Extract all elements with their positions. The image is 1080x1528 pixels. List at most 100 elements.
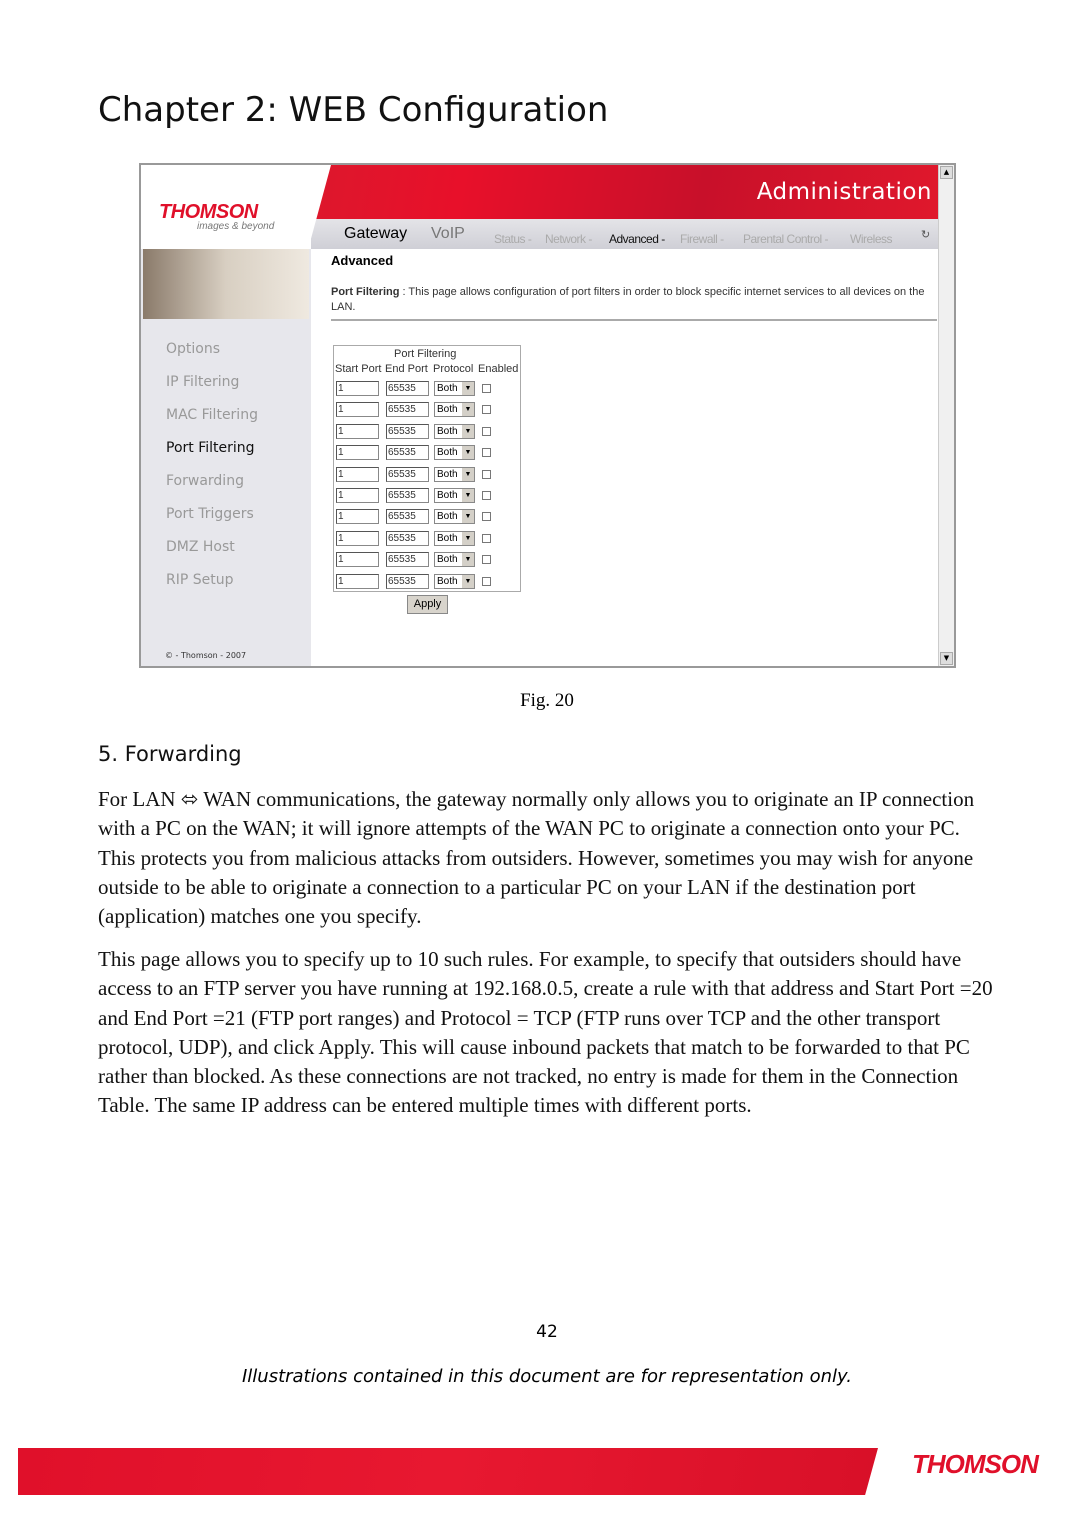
start-port-input[interactable]: 1: [336, 530, 379, 546]
nav-firewall[interactable]: Firewall -: [680, 232, 724, 246]
section-heading: 5. Forwarding: [98, 742, 242, 766]
end-port-input[interactable]: 65535: [386, 509, 429, 525]
start-port-input[interactable]: 1: [336, 445, 379, 461]
sidebar-item-mac-filtering[interactable]: MAC Filtering: [166, 407, 258, 423]
sidebar-item-port-filtering[interactable]: Port Filtering: [166, 440, 255, 456]
apply-button[interactable]: Apply: [407, 595, 448, 614]
enabled-checkbox[interactable]: [482, 491, 491, 500]
enabled-checkbox[interactable]: [482, 384, 491, 393]
scroll-up-icon[interactable]: ▲: [940, 166, 953, 179]
port-filtering-table: Port Filtering Start Port End Port Proto…: [333, 345, 521, 592]
nav-gateway[interactable]: Gateway: [344, 225, 407, 243]
start-port-input[interactable]: 1: [336, 488, 379, 503]
start-port-input[interactable]: 1: [336, 466, 379, 482]
header-title: Administration: [756, 179, 932, 205]
end-port-input[interactable]: 65535: [386, 381, 429, 396]
nav-parental-control[interactable]: Parental Control -: [743, 232, 829, 246]
chevron-down-icon[interactable]: ▼: [462, 574, 474, 588]
end-port-input[interactable]: 65535: [386, 445, 429, 461]
header-protocol: Protocol: [433, 363, 474, 375]
protocol-select[interactable]: Both ▼: [434, 381, 475, 396]
protocol-select[interactable]: Both ▼: [434, 402, 475, 418]
enabled-checkbox[interactable]: [482, 576, 491, 586]
protocol-select[interactable]: Both ▼: [434, 530, 475, 546]
end-port-input[interactable]: 65535: [386, 402, 429, 418]
protocol-value: Both: [437, 383, 458, 394]
page-number: 42: [536, 1322, 558, 1342]
end-port-input[interactable]: 65535: [386, 423, 429, 439]
start-port-input[interactable]: 1: [336, 509, 379, 525]
protocol-select[interactable]: Both ▼: [434, 573, 475, 589]
chevron-down-icon[interactable]: ▼: [462, 403, 474, 417]
description-text: : This page allows configuration of port…: [331, 286, 925, 313]
start-port-input[interactable]: 1: [336, 552, 379, 568]
start-port-input[interactable]: 1: [336, 402, 379, 418]
header-enabled: Enabled: [478, 363, 519, 375]
start-port-input[interactable]: 1: [336, 573, 379, 589]
protocol-select[interactable]: Both ▼: [434, 552, 475, 568]
start-port-input[interactable]: 1: [336, 423, 379, 439]
end-port-input[interactable]: 65535: [386, 552, 429, 568]
section-title: Advanced: [331, 253, 394, 268]
enabled-checkbox[interactable]: [482, 512, 491, 522]
header-end-port: End Port: [385, 363, 428, 375]
protocol-select[interactable]: Both ▼: [434, 445, 475, 461]
nav-advanced[interactable]: Advanced -: [609, 232, 665, 246]
footer-logo: THOMSON: [912, 1449, 1039, 1479]
protocol-value: Both: [437, 425, 458, 437]
enabled-checkbox[interactable]: [482, 405, 491, 415]
page-title: Chapter 2: WEB Configuration: [98, 90, 609, 130]
protocol-value: Both: [437, 490, 458, 501]
paragraph: For LAN ⬄ WAN communications, the gatewa…: [98, 787, 975, 929]
enabled-checkbox[interactable]: [482, 448, 491, 458]
end-port-input[interactable]: 65535: [386, 573, 429, 589]
enabled-checkbox[interactable]: [482, 426, 491, 436]
description: Port Filtering : This page allows config…: [331, 285, 931, 315]
protocol-value: Both: [437, 404, 458, 416]
chevron-down-icon[interactable]: ▼: [462, 553, 474, 567]
protocol-value: Both: [437, 554, 458, 566]
protocol-select[interactable]: Both ▼: [434, 423, 475, 439]
sidebar-item-rip-setup[interactable]: RIP Setup: [166, 572, 234, 588]
sidebar-item-options[interactable]: Options: [166, 341, 220, 357]
sidebar-item-ip-filtering[interactable]: IP Filtering: [166, 374, 239, 390]
protocol-value: Both: [437, 511, 458, 523]
enabled-checkbox[interactable]: [482, 533, 491, 543]
refresh-icon[interactable]: ↻: [921, 228, 930, 241]
enabled-checkbox[interactable]: [482, 469, 491, 479]
chevron-down-icon[interactable]: ▼: [462, 467, 474, 481]
scroll-down-icon[interactable]: ▼: [940, 652, 953, 665]
scrollbar[interactable]: ▲ ▼: [938, 165, 954, 666]
chevron-down-icon[interactable]: ▼: [462, 446, 474, 460]
end-port-input[interactable]: 65535: [386, 466, 429, 482]
chevron-down-icon[interactable]: ▼: [462, 424, 474, 438]
chevron-down-icon[interactable]: ▼: [462, 531, 474, 545]
protocol-value: Both: [437, 447, 458, 459]
protocol-select[interactable]: Both ▼: [434, 488, 475, 503]
enabled-checkbox[interactable]: [482, 555, 491, 565]
sidebar-item-dmz-host[interactable]: DMZ Host: [166, 539, 235, 555]
end-port-input[interactable]: 65535: [386, 530, 429, 546]
protocol-value: Both: [437, 532, 458, 544]
chevron-down-icon[interactable]: ▼: [462, 382, 474, 395]
logo-tagline: images & beyond: [197, 221, 275, 232]
end-port-input[interactable]: 65535: [386, 488, 429, 503]
table-caption: Port Filtering: [394, 348, 457, 360]
sidebar-item-forwarding[interactable]: Forwarding: [166, 473, 244, 489]
router-screenshot: Administration THOMSON images & beyond G…: [139, 163, 956, 668]
protocol-value: Both: [437, 575, 458, 587]
chevron-down-icon[interactable]: ▼: [462, 489, 474, 502]
nav-wireless[interactable]: Wireless: [850, 232, 893, 246]
nav-status[interactable]: Status -: [494, 232, 532, 246]
description-label: Port Filtering: [331, 286, 400, 298]
start-port-input[interactable]: 1: [336, 381, 379, 396]
nav-voip[interactable]: VoIP: [431, 225, 465, 243]
footer-band: [18, 1448, 878, 1495]
protocol-select[interactable]: Both ▼: [434, 509, 475, 525]
user-photo: [143, 249, 309, 319]
chevron-down-icon[interactable]: ▼: [462, 510, 474, 524]
divider: [331, 319, 937, 321]
protocol-select[interactable]: Both ▼: [434, 466, 475, 482]
sidebar-item-port-triggers[interactable]: Port Triggers: [166, 506, 254, 522]
nav-network[interactable]: Network -: [545, 232, 592, 246]
